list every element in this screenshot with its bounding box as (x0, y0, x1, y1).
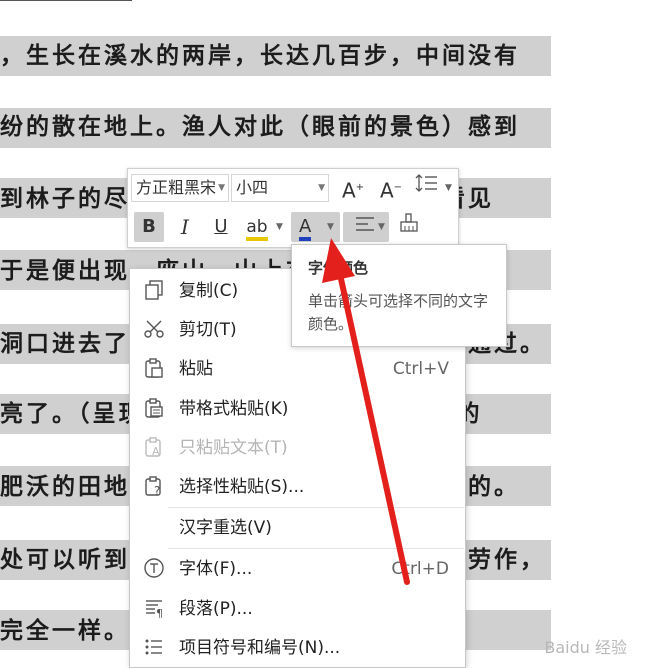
annotation-arrow-icon (322, 238, 410, 585)
watermark: Baidu 经验 (544, 638, 627, 657)
